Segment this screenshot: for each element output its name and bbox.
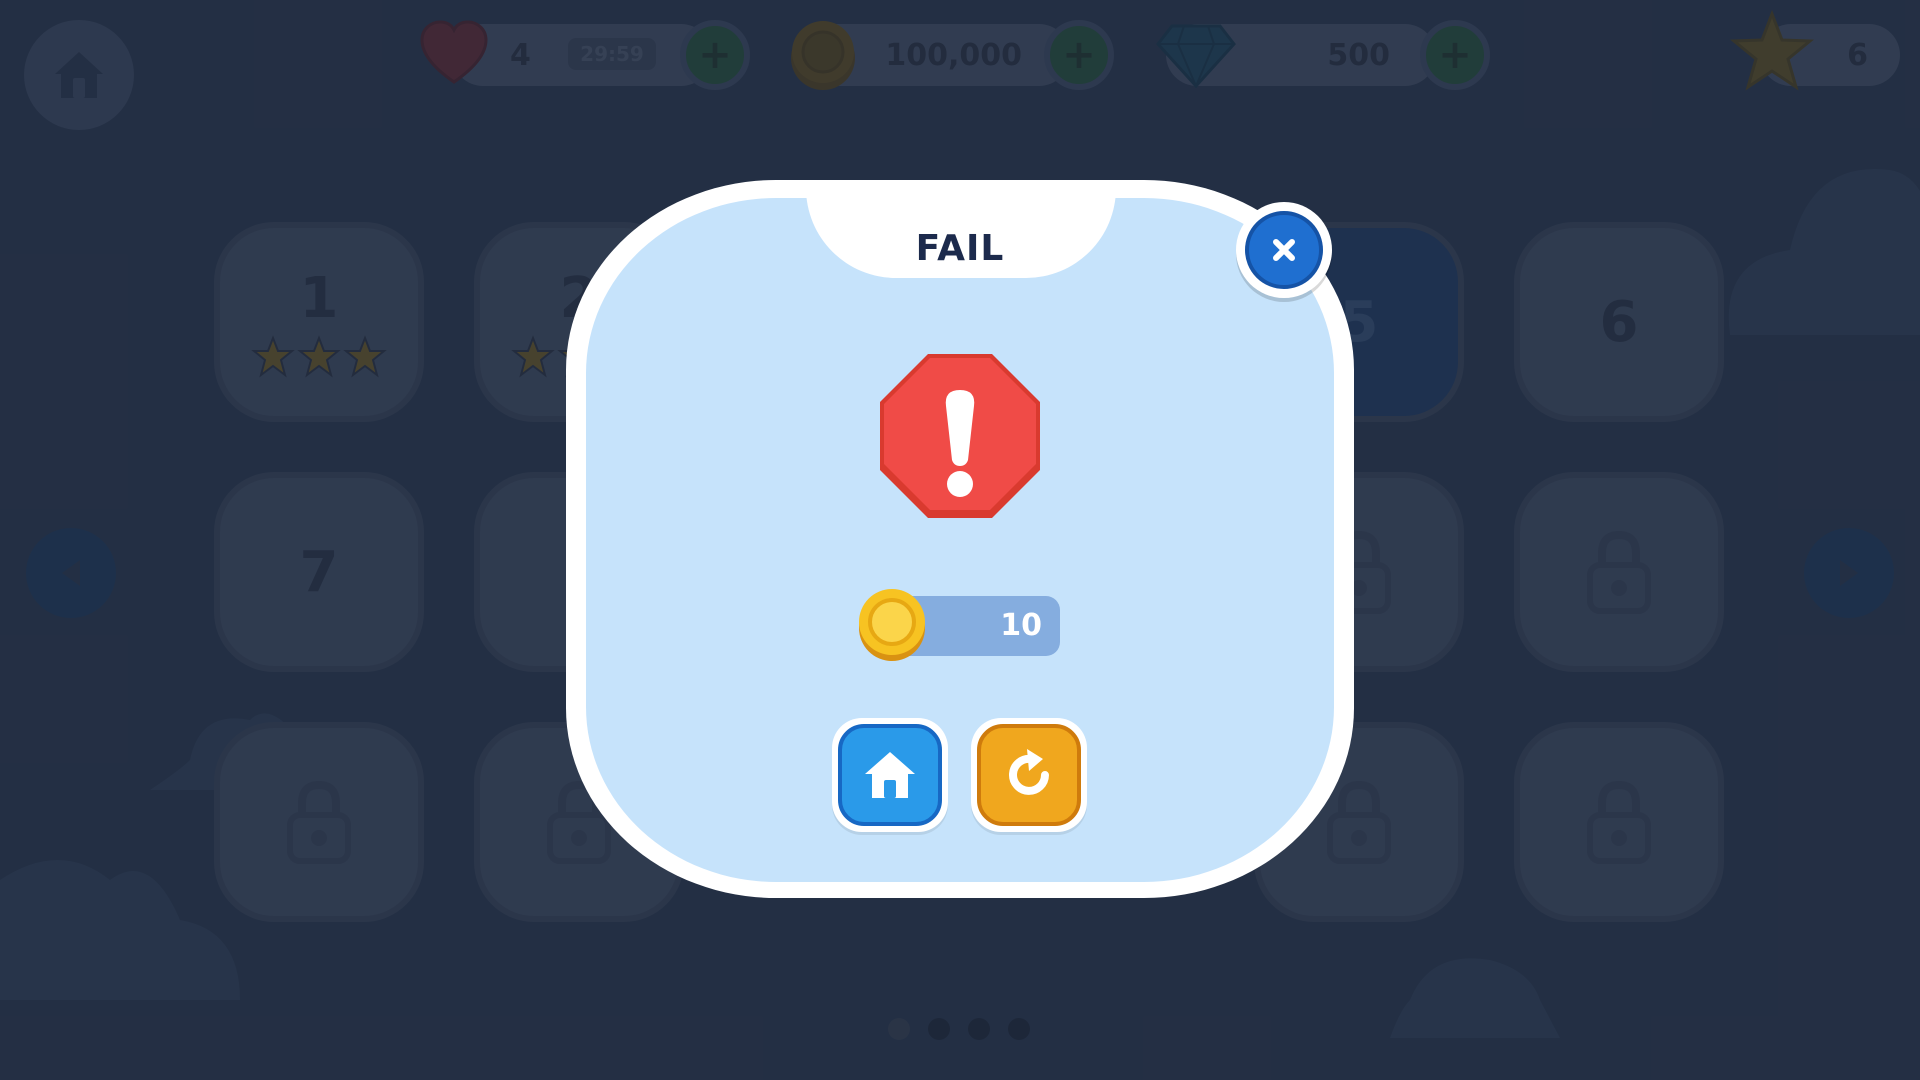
page-dot[interactable] xyxy=(928,1018,950,1040)
star-icon xyxy=(343,334,387,378)
warning-octagon-icon xyxy=(880,354,1040,518)
level-tile-7[interactable]: 7 xyxy=(214,472,424,672)
coin-icon xyxy=(859,589,925,661)
star-icon xyxy=(297,334,341,378)
page-dot[interactable] xyxy=(1008,1018,1030,1040)
level-tile-locked xyxy=(214,722,424,922)
arrow-left-icon xyxy=(62,560,80,586)
fail-dialog: FAIL xyxy=(566,180,1354,898)
home-button[interactable] xyxy=(832,718,948,832)
add-coins-button[interactable]: + xyxy=(1044,20,1114,90)
lock-icon xyxy=(1587,780,1651,864)
retry-icon xyxy=(1009,749,1049,795)
close-button[interactable] xyxy=(1236,202,1332,298)
level-number: 7 xyxy=(299,539,339,605)
dialog-title: FAIL xyxy=(915,228,1005,269)
level-tile-6[interactable]: 6 xyxy=(1514,222,1724,422)
page-indicator xyxy=(888,1018,1030,1040)
retry-button[interactable] xyxy=(971,718,1087,832)
stars-value: 6 xyxy=(1847,37,1868,73)
gems-value: 500 xyxy=(1327,37,1390,73)
star-icon xyxy=(251,334,295,378)
lives-value: 4 xyxy=(510,37,531,73)
add-gems-button[interactable]: + xyxy=(1420,20,1490,90)
home-icon xyxy=(55,52,103,98)
level-stars xyxy=(251,334,387,379)
cloud-decoration xyxy=(1728,169,1920,335)
add-lives-button[interactable]: + xyxy=(680,20,750,90)
next-page-button[interactable] xyxy=(1804,528,1894,618)
level-tile-locked xyxy=(1514,722,1724,922)
prev-page-button[interactable] xyxy=(26,528,116,618)
reward-value: 10 xyxy=(1000,608,1042,643)
coins-value: 100,000 xyxy=(885,37,1022,73)
gem-icon xyxy=(1156,24,1236,88)
coin-icon xyxy=(791,21,855,90)
close-icon xyxy=(1273,239,1295,261)
star-icon xyxy=(1730,10,1814,91)
home-icon xyxy=(865,752,915,798)
level-tile-1[interactable]: 1 xyxy=(214,222,424,422)
lock-icon xyxy=(1327,780,1391,864)
heart-icon xyxy=(420,20,488,84)
level-number: 6 xyxy=(1599,289,1639,355)
arrow-right-icon xyxy=(1840,560,1858,586)
lives-timer: 29:59 xyxy=(568,38,656,70)
page-dot[interactable] xyxy=(968,1018,990,1040)
star-icon xyxy=(511,334,555,378)
lock-icon xyxy=(287,780,351,864)
page-dot[interactable] xyxy=(888,1018,910,1040)
dialog-body: FAIL xyxy=(586,198,1334,882)
lock-icon xyxy=(1587,530,1651,614)
cloud-decoration xyxy=(1390,958,1560,1038)
hud-home-button[interactable] xyxy=(24,20,134,130)
level-number: 1 xyxy=(299,265,339,331)
level-tile-locked xyxy=(1514,472,1724,672)
